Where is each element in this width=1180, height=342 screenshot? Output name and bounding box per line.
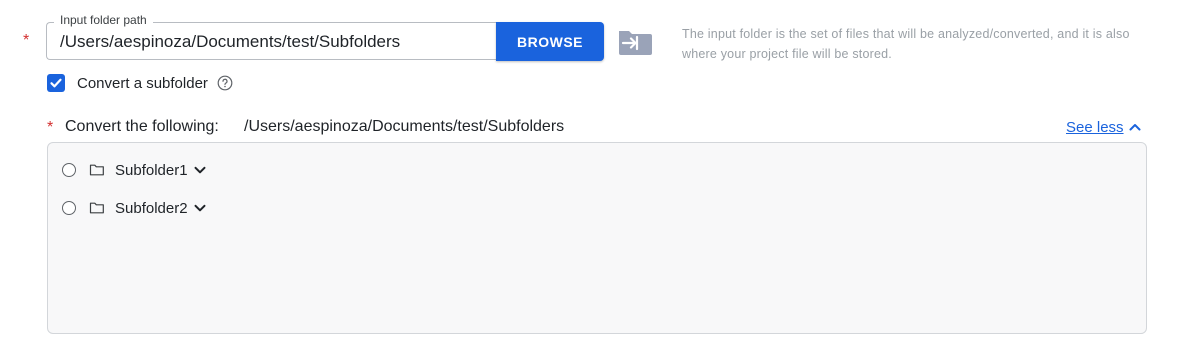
required-marker: *: [47, 119, 54, 136]
question-circle-icon[interactable]: [217, 75, 233, 96]
folder-icon: [89, 163, 105, 177]
convert-following-path: /Users/aespinoza/Documents/test/Subfolde…: [244, 118, 565, 135]
chevron-down-icon[interactable]: [193, 201, 207, 215]
convert-subfolder-label[interactable]: Convert a subfolder: [77, 75, 208, 92]
folder-arrow-icon[interactable]: [616, 27, 654, 62]
input-folder-value[interactable]: /Users/aespinoza/Documents/test/Subfolde…: [60, 32, 400, 52]
list-item[interactable]: Subfolder2: [62, 199, 207, 217]
convert-subfolder-checkbox[interactable]: [47, 74, 65, 92]
see-less-link[interactable]: See less: [1066, 119, 1124, 136]
input-folder-helper-text: The input folder is the set of files tha…: [682, 27, 1130, 61]
subfolder-label[interactable]: Subfolder2: [115, 200, 188, 217]
chevron-up-icon[interactable]: [1128, 120, 1142, 139]
checkmark-icon: [50, 78, 62, 88]
convert-following-title: Convert the following:: [65, 118, 219, 135]
list-item[interactable]: Subfolder1: [62, 161, 207, 179]
input-folder-legend: Input folder path: [54, 13, 153, 27]
required-marker: *: [23, 32, 30, 49]
subfolder-list: [47, 142, 1147, 334]
subfolder-radio[interactable]: [62, 201, 76, 215]
folder-icon: [89, 201, 105, 215]
browse-button[interactable]: BROWSE: [496, 22, 604, 61]
subfolder-label[interactable]: Subfolder1: [115, 162, 188, 179]
chevron-down-icon[interactable]: [193, 163, 207, 177]
subfolder-radio[interactable]: [62, 163, 76, 177]
